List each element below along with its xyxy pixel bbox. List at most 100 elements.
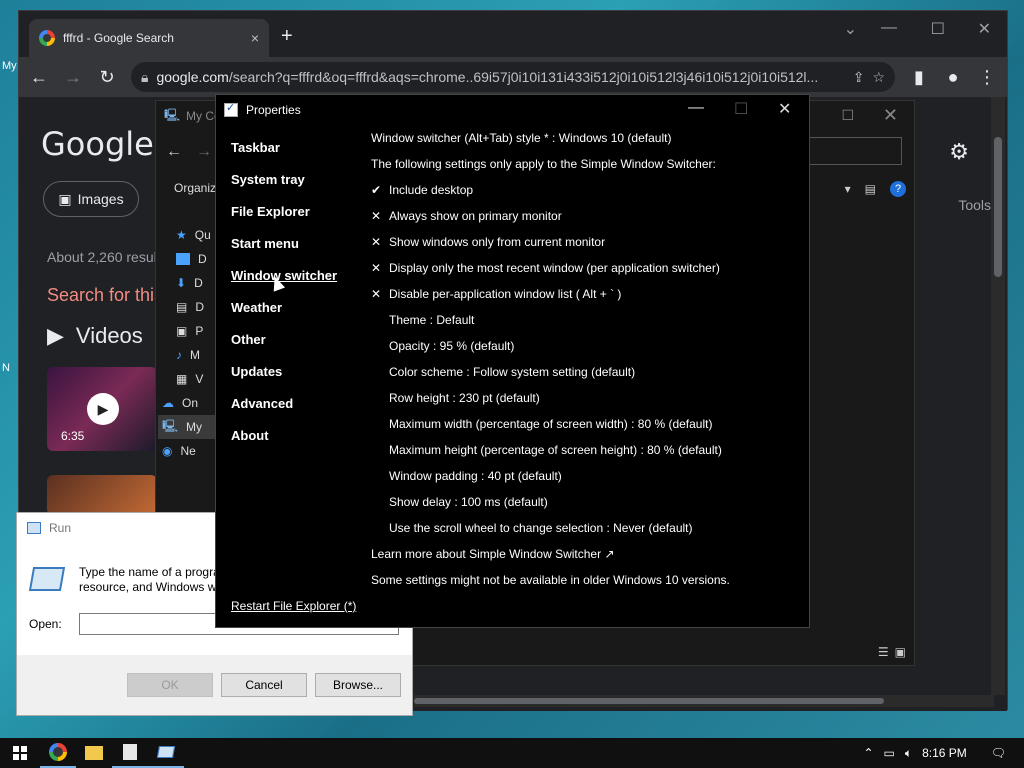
setting-row[interactable]: Maximum height (percentage of screen hei… [371,437,801,463]
setting-row[interactable]: Window switcher (Alt+Tab) style * : Wind… [371,125,801,151]
setting-row[interactable]: Some settings might not be available in … [371,567,801,593]
setting-row[interactable]: Row height : 230 pt (default) [371,385,801,411]
setting-row[interactable]: Maximum width (percentage of screen widt… [371,411,801,437]
horizontal-scrollbar[interactable] [414,695,994,707]
scrollbar-thumb[interactable] [994,137,1002,277]
setting-row[interactable]: ✕ Display only the most recent window (pe… [371,255,801,281]
share-icon[interactable]: ⇪ [853,69,865,86]
preview-pane-icon[interactable]: ▤ [865,182,876,196]
nav-item-taskbar[interactable]: Taskbar [231,131,337,163]
search-for-link[interactable]: Search for this [47,285,163,306]
explorer-search-input[interactable] [802,137,902,165]
taskbar-run[interactable] [148,738,184,768]
forward-icon[interactable]: → [63,67,83,88]
organize-menu[interactable]: Organiz [174,181,216,195]
tab-search-icon[interactable]: ⌄ [844,19,857,39]
tools-button[interactable]: Tools [958,197,991,213]
minimize-button[interactable]: — [688,99,704,117]
taskbar-file-explorer[interactable] [76,738,112,768]
nav-tree-label: P [195,324,204,338]
volume-icon[interactable]: 🔈︎ [905,746,912,761]
nav-item-system-tray[interactable]: System tray [231,163,337,195]
maximize-button[interactable]: ☐ [841,107,854,124]
notifications-icon[interactable]: 🗨︎ [991,746,1006,760]
setting-row[interactable]: ✔ Include desktop [371,177,801,203]
forward-icon[interactable]: → [196,143,212,161]
setting-row[interactable]: Learn more about Simple Window Switcher … [371,541,801,567]
sidepanel-icon[interactable]: ▮ [909,67,929,88]
desktop-icon-label[interactable]: My [2,60,17,72]
large-icons-view-icon[interactable]: ▣ [895,645,906,659]
setting-row[interactable]: ✕ Always show on primary monitor [371,203,801,229]
download-icon: ⬇ [176,276,187,290]
nav-item-about[interactable]: About [231,419,337,451]
setting-label: Learn more about Simple Window Switcher … [371,547,615,561]
chevron-up-icon[interactable]: ⌃ [863,746,873,760]
help-icon[interactable]: ? [890,181,906,197]
setting-row[interactable]: Use the scroll wheel to change selection… [371,515,801,541]
cross-icon: ✕ [371,287,382,301]
setting-row[interactable]: The following settings only apply to the… [371,151,801,177]
videos-heading: ▶ Videos [47,323,143,349]
onedrive-icon: ☁ [162,396,174,410]
desktop-icon-label[interactable]: N [2,362,10,374]
nav-item-file-explorer[interactable]: File Explorer [231,195,337,227]
close-button[interactable]: ✕ [883,105,898,126]
video-thumbnail[interactable]: ▶ 6:35 [47,367,157,451]
setting-row[interactable]: ✕ Show windows only from current monitor [371,229,801,255]
address-bar[interactable]: 🔒︎ google.com/search?q=fffrd&oq=fffrd&aq… [131,62,895,92]
google-logo[interactable]: Google [41,125,154,163]
nav-item-other[interactable]: Other [231,323,337,355]
tab-close-icon[interactable]: × [251,30,259,46]
properties-app-icon [123,744,137,760]
profile-icon[interactable]: ● [943,67,963,88]
setting-row[interactable]: Color scheme : Follow system setting (de… [371,359,801,385]
setting-row[interactable]: Show delay : 100 ms (default) [371,489,801,515]
nav-item-start-menu[interactable]: Start menu [231,227,337,259]
settings-list: Window switcher (Alt+Tab) style * : Wind… [371,125,801,593]
video-thumbnail[interactable] [47,475,157,515]
maximize-button[interactable]: ☐ [734,99,748,119]
back-icon[interactable]: ← [166,143,182,161]
nav-item-weather[interactable]: Weather [231,291,337,323]
setting-label: Opacity : 95 % (default) [389,339,515,353]
setting-row[interactable]: ✕ Disable per-application window list ( A… [371,281,801,307]
restart-explorer-link[interactable]: Restart File Explorer (*) [231,599,356,613]
menu-icon[interactable]: ⋮ [977,67,997,88]
chevron-down-icon[interactable]: ▾ [845,182,851,196]
start-button[interactable] [0,738,40,768]
close-button[interactable]: ✕ [778,99,791,119]
setting-row[interactable]: Opacity : 95 % (default) [371,333,801,359]
tab-google-search[interactable]: fffrd - Google Search × [29,19,269,57]
nav-item-advanced[interactable]: Advanced [231,387,337,419]
details-view-icon[interactable]: ☰ [878,645,889,659]
clock[interactable]: 8:16 PM [922,746,967,760]
close-button[interactable]: ✕ [978,19,991,39]
desktop-icon [176,253,190,265]
settings-gear-icon[interactable]: ⚙ [949,139,969,165]
maximize-button[interactable]: ☐ [931,19,945,39]
minimize-button[interactable]: — [881,19,897,37]
setting-label: Show delay : 100 ms (default) [389,495,548,509]
ok-button[interactable]: OK [127,673,213,697]
setting-row[interactable]: Theme : Default [371,307,801,333]
nav-item-updates[interactable]: Updates [231,355,337,387]
cross-icon: ✕ [371,235,382,249]
taskbar-chrome[interactable] [40,738,76,768]
vertical-scrollbar[interactable] [991,97,1005,695]
taskbar-properties[interactable] [112,738,148,768]
images-filter-chip[interactable]: ▣ Images [43,181,139,217]
reload-icon[interactable]: ↻ [97,67,117,88]
network-icon[interactable]: ▭ [884,746,895,760]
star-icon: ★ [176,228,187,242]
cancel-button[interactable]: Cancel [221,673,307,697]
scrollbar-thumb[interactable] [414,698,884,704]
status-bar-view-icons: ☰ ▣ [878,645,906,659]
setting-row[interactable]: Window padding : 40 pt (default) [371,463,801,489]
checkmark-icon: ✔ [371,183,382,197]
back-icon[interactable]: ← [29,67,49,88]
new-tab-button[interactable]: + [281,25,293,48]
browse-button[interactable]: Browse... [315,673,401,697]
bookmark-star-icon[interactable]: ☆ [872,69,885,86]
setting-label: Display only the most recent window (per… [389,261,720,275]
